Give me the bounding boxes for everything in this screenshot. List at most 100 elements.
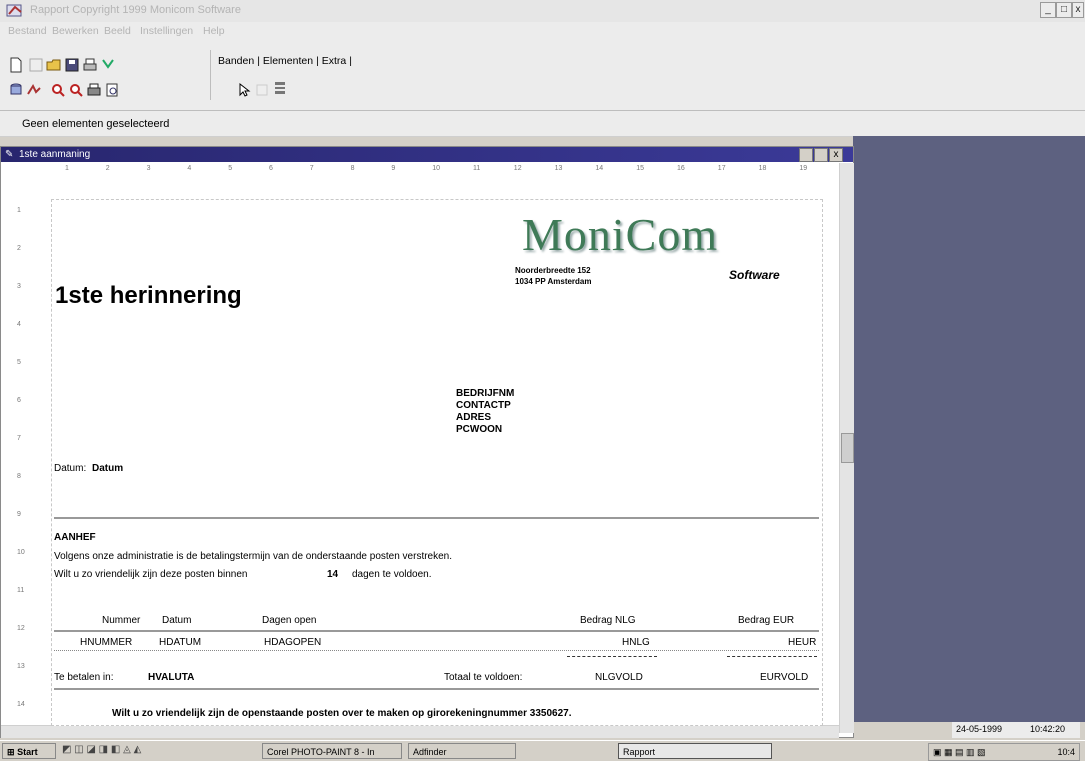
total-eur-field[interactable]: EURVOLD xyxy=(760,672,808,683)
col-header-nummer[interactable]: Nummer xyxy=(102,615,140,626)
header-band-line xyxy=(54,630,819,632)
totals-band-line xyxy=(54,688,819,690)
vruler-tick: 12 xyxy=(17,625,25,632)
ruler-tick: 19 xyxy=(799,165,808,172)
child-minimize-button[interactable] xyxy=(799,148,813,162)
ruler-tick: 14 xyxy=(595,165,604,172)
vruler-tick: 10 xyxy=(17,549,25,556)
vertical-scrollbar[interactable] xyxy=(839,163,854,733)
detail-field-eur[interactable]: HEUR xyxy=(788,637,816,648)
ruler-tick: 11 xyxy=(473,165,481,172)
request-text-2[interactable]: dagen te voldoen. xyxy=(352,569,432,580)
menu-bewerken[interactable]: Bewerken xyxy=(52,25,99,37)
toolbar-divider xyxy=(0,110,1085,111)
recipient-company[interactable]: BEDRIJFNM xyxy=(456,388,514,399)
zoom-in-icon[interactable] xyxy=(50,82,66,98)
pointer-icon[interactable] xyxy=(236,82,252,98)
vertical-scroll-thumb[interactable] xyxy=(841,433,854,463)
maximize-button[interactable]: □ xyxy=(1056,2,1072,18)
date-label[interactable]: Datum: xyxy=(54,463,86,474)
ruler-tick: 10 xyxy=(432,165,440,172)
address-line-1[interactable]: Noorderbreedte 152 xyxy=(515,266,591,275)
band-tool-icon[interactable] xyxy=(272,80,288,96)
taskbar-item-adfinder[interactable]: Adfinder xyxy=(408,743,516,759)
tab-elementen[interactable]: Elementen xyxy=(263,55,313,67)
ruler-tick: 1 xyxy=(65,165,69,172)
detail-field-nummer[interactable]: HNUMMER xyxy=(80,637,132,648)
ruler-tick: 2 xyxy=(105,165,110,172)
col-header-dagen-open[interactable]: Dagen open xyxy=(262,615,317,626)
recipient-address[interactable]: ADRES xyxy=(456,412,491,423)
intro-text[interactable]: Volgens onze administratie is de betalin… xyxy=(54,551,452,562)
print-setup-icon[interactable] xyxy=(82,57,98,73)
ruler-tick: 6 xyxy=(269,165,273,172)
windows-logo-icon: ⊞ xyxy=(7,747,15,757)
to-pay-label[interactable]: Te betalen in: xyxy=(54,672,114,683)
request-text-1[interactable]: Wilt u zo vriendelijk zijn deze posten b… xyxy=(54,569,247,580)
status-time: 10:42:20 xyxy=(1030,724,1066,734)
band-separator[interactable] xyxy=(54,517,819,519)
col-header-bedrag-nlg[interactable]: Bedrag NLG xyxy=(580,615,636,626)
vruler-tick: 3 xyxy=(17,283,21,290)
horizontal-scrollbar[interactable] xyxy=(1,725,839,738)
col-header-datum[interactable]: Datum xyxy=(162,615,191,626)
print-preview-icon[interactable] xyxy=(104,82,120,98)
address-line-2[interactable]: 1034 PP Amsterdam xyxy=(515,277,592,286)
report-heading[interactable]: 1ste herinnering xyxy=(55,282,242,310)
vruler-tick: 14 xyxy=(17,701,25,708)
ruler-tick: 13 xyxy=(554,165,563,172)
detail-field-datum[interactable]: HDATUM xyxy=(159,637,201,648)
taskbar-item-rapport[interactable]: Rapport xyxy=(618,743,772,759)
days-field[interactable]: 14 xyxy=(327,569,338,580)
ruler-tick: 18 xyxy=(758,165,767,172)
text-tool-icon[interactable] xyxy=(254,82,270,98)
close-button[interactable]: x xyxy=(1072,2,1084,18)
ruler-tick: 8 xyxy=(350,165,355,172)
total-label[interactable]: Totaal te voldoen: xyxy=(444,672,522,683)
database-icon[interactable] xyxy=(8,82,24,98)
quick-launch-icons[interactable]: ◩ ◫ ◪ ◨ ◧ ◬ ◭ xyxy=(62,744,252,758)
menu-beeld[interactable]: Beeld xyxy=(104,25,131,37)
currency-field[interactable]: HVALUTA xyxy=(148,672,194,683)
col-header-bedrag-eur[interactable]: Bedrag EUR xyxy=(738,615,794,626)
open-folder-icon[interactable] xyxy=(46,57,62,73)
detail-field-dagen-open[interactable]: HDAGOPEN xyxy=(264,637,321,648)
nlg-sum-line xyxy=(567,656,657,657)
link-icon[interactable] xyxy=(26,82,42,98)
menu-instellingen[interactable]: Instellingen xyxy=(140,25,193,37)
child-close-button[interactable]: x xyxy=(829,148,843,162)
eur-sum-line xyxy=(727,656,817,657)
zoom-out-icon[interactable] xyxy=(68,82,84,98)
recipient-contact[interactable]: CONTACTP xyxy=(456,400,511,411)
monicom-logo[interactable]: MoniCom xyxy=(522,208,718,261)
import-icon[interactable] xyxy=(100,57,116,73)
child-maximize-button[interactable] xyxy=(814,148,828,162)
total-nlg-field[interactable]: NLGVOLD xyxy=(595,672,643,683)
tab-extra[interactable]: Extra xyxy=(322,55,347,67)
ruler-tick: 15 xyxy=(636,165,644,172)
tab-banden[interactable]: Banden xyxy=(218,55,254,67)
tray-clock: 10:4 xyxy=(1057,747,1075,757)
vruler-tick: 2 xyxy=(17,245,21,252)
menu-help[interactable]: Help xyxy=(203,25,225,37)
date-field[interactable]: Datum xyxy=(92,463,123,474)
footer-payment-text[interactable]: Wilt u zo vriendelijk zijn de openstaand… xyxy=(112,708,571,719)
save-icon[interactable] xyxy=(64,57,80,73)
taskbar-item-corel[interactable]: Corel PHOTO-PAINT 8 - In xyxy=(262,743,402,759)
new-document-icon[interactable] xyxy=(8,57,24,73)
start-button[interactable]: ⊞ Start xyxy=(2,743,56,759)
logo-software-text[interactable]: Software xyxy=(729,268,780,282)
ruler-tick: 9 xyxy=(391,165,396,172)
minimize-button[interactable]: _ xyxy=(1040,2,1056,18)
grid-icon[interactable] xyxy=(28,57,44,73)
workspace-background xyxy=(853,136,1085,722)
print-icon[interactable] xyxy=(86,82,102,98)
horizontal-ruler: 1234567891011121314151617181920 xyxy=(5,163,848,176)
salutation-field[interactable]: AANHEF xyxy=(54,532,96,543)
tray-icons[interactable]: ▣ ▦ ▤ ▥ ▧ xyxy=(933,744,986,760)
detail-field-nlg[interactable]: HNLG xyxy=(622,637,650,648)
menu-bestand[interactable]: Bestand xyxy=(8,25,47,37)
vruler-tick: 4 xyxy=(17,321,21,328)
recipient-postcode-city[interactable]: PCWOON xyxy=(456,424,502,435)
vruler-tick: 1 xyxy=(17,207,21,214)
